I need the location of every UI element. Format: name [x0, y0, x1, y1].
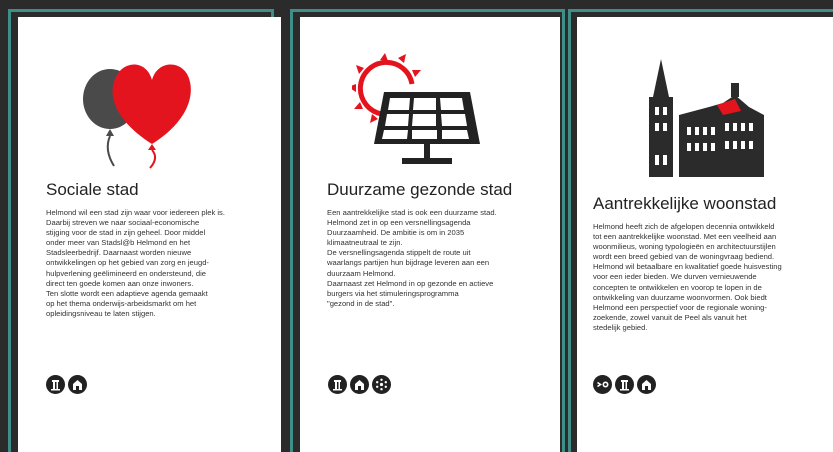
frame-line-left-3 — [568, 9, 571, 452]
frame-line-top-1 — [8, 9, 273, 12]
frame-line-top-2 — [290, 9, 565, 12]
body-line: ontwikkeling van duurzame woonvormen. Oo… — [593, 292, 767, 302]
body-line: voor een ieder bieden. We durven vernieu… — [593, 272, 757, 282]
body-line: woonmilieus, woning typologieën en archi… — [593, 242, 776, 252]
card-title: Sociale stad — [46, 180, 139, 199]
card-title: Duurzame gezonde stad — [327, 180, 513, 199]
body-line: stijging voor de stad in zijn geheel. Do… — [46, 228, 206, 238]
building-icon — [615, 375, 634, 394]
card-duurzame-gezonde-stad: Duurzame gezonde stad Een aantrekkelijke… — [300, 17, 560, 452]
theme-icons — [328, 375, 391, 394]
body-line: op het thema onderwijs-arbeidsmarkt om h… — [46, 298, 197, 308]
body-line: Helmond zet in op een versnellingsagenda — [327, 218, 471, 228]
card-body: Een aantrekkelijke stad is ook een duurz… — [327, 208, 552, 309]
connect-icon — [593, 375, 612, 394]
body-line: Helmond een perspectief voor de regional… — [593, 302, 767, 312]
body-line: "gezond in de stad". — [327, 298, 395, 308]
frame-line-right-2 — [562, 9, 565, 452]
card-body: Helmond wil een stad zijn waar voor iede… — [46, 208, 271, 319]
frame-line-left-1 — [8, 9, 11, 452]
body-line: Helmond heeft zich de afgelopen decennia… — [593, 222, 775, 231]
building-icon — [328, 375, 347, 394]
theme-icons — [593, 375, 656, 394]
body-line: zoekende, zowel vanuit de Peel als vanui… — [593, 312, 747, 322]
body-line: De versnellingsagenda stippelt de route … — [327, 248, 471, 258]
body-line: Duurzaamheid. De ambitie is om in 2035 — [327, 228, 465, 238]
frame-line-left-2 — [290, 9, 293, 452]
house-icon — [68, 375, 87, 394]
network-icon — [372, 375, 391, 394]
body-line: Ten slotte wordt een adaptieve agenda ge… — [46, 288, 208, 298]
body-line: Een aantrekkelijke stad is ook een duurz… — [327, 208, 497, 217]
balloons-heart-icon — [83, 64, 191, 169]
body-line: direct ten goede komen aan onze inwoners… — [46, 278, 194, 288]
theme-icons — [46, 375, 87, 394]
body-line: stedelijk gebied. — [593, 322, 648, 332]
card-body: Helmond heeft zich de afgelopen decennia… — [593, 222, 829, 333]
card-title: Aantrekkelijke woonstad — [593, 194, 777, 213]
body-line: Stadsleerbedrijf. Daarnaast worden nieuw… — [46, 248, 192, 258]
building-icon — [46, 375, 65, 394]
body-line: klimaatneutraal te zijn. — [327, 238, 403, 248]
house-icon — [637, 375, 656, 394]
frame-line-top-3 — [568, 9, 833, 12]
body-line: concepten te ontwikkelen en voorop te lo… — [593, 282, 762, 292]
body-line: duurzaam Helmond. — [327, 268, 396, 278]
body-line: Helmond wil een stad zijn waar voor iede… — [46, 208, 225, 217]
body-line: onder meer van Stadsl@b Helmond en het — [46, 238, 191, 248]
body-line: waarlangs partijen hun bijdrage leveren … — [327, 258, 490, 268]
house-icon — [350, 375, 369, 394]
body-line: ontwikkelingen op het gebied van zorg en… — [46, 258, 209, 268]
body-line: hulpverlening geëlimineerd en ondersteun… — [46, 268, 207, 278]
body-line: Daarbij streven we naar sociaal-economis… — [46, 218, 200, 228]
castle-icon — [649, 59, 764, 177]
body-line: burgers via het stimuleringsprogramma — [327, 288, 459, 298]
card-aantrekkelijke-woonstad: Aantrekkelijke woonstad Helmond heeft zi… — [577, 17, 833, 452]
body-line: opleidingsniveau te laten stijgen. — [46, 308, 156, 318]
card-sociale-stad: Sociale stad Helmond wil een stad zijn w… — [18, 17, 281, 452]
body-line: Helmond wil betaalbare en kwalitatief go… — [593, 262, 782, 272]
solar-panel-sun-icon — [352, 53, 480, 164]
body-line: Daarnaast zet Helmond in op gezonde en a… — [327, 278, 494, 288]
body-line: wordt een breed gebied van de woningvraa… — [593, 252, 775, 262]
body-line: tot een aantrekkelijke woonstad. Met een… — [593, 232, 777, 242]
